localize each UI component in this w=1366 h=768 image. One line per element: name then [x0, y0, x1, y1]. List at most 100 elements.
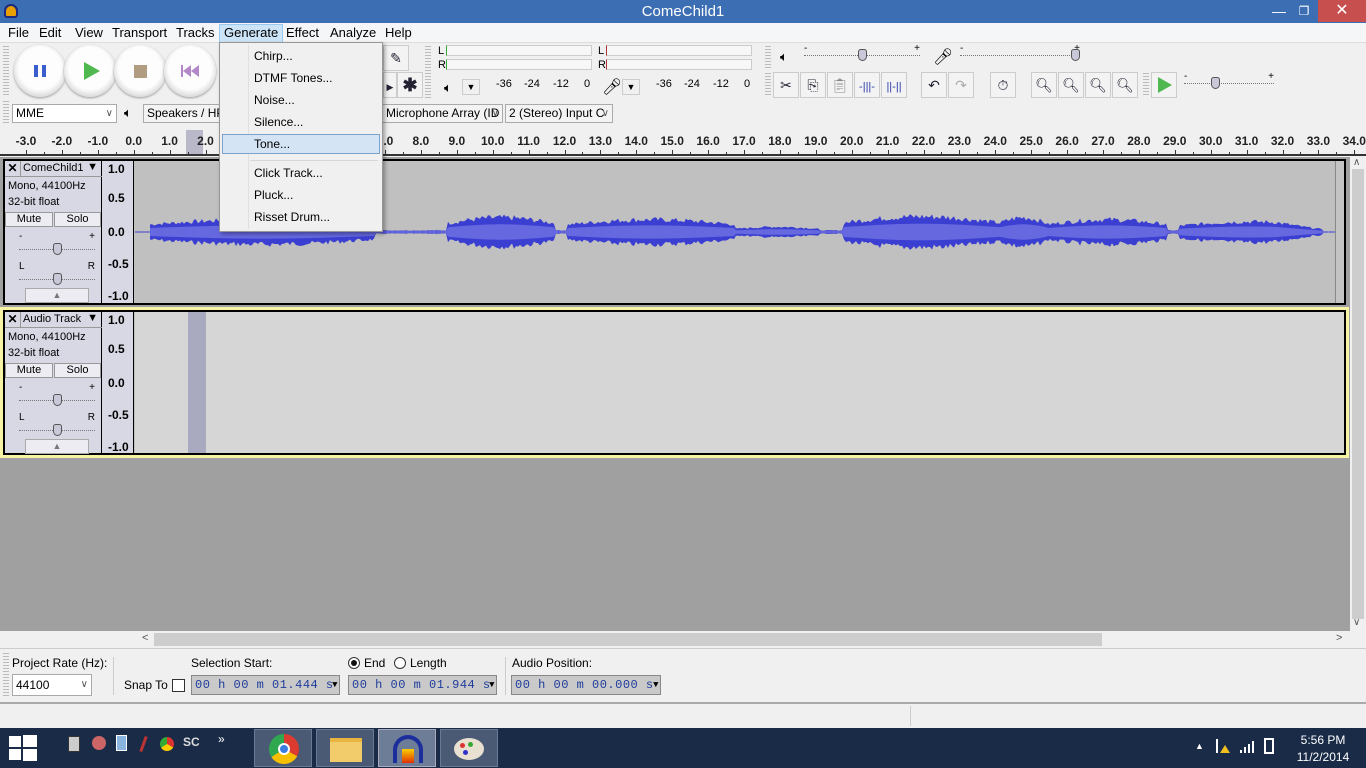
pan-slider[interactable]: L R: [19, 412, 95, 436]
clock-date[interactable]: 11/2/2014: [1296, 750, 1350, 764]
meter-grip[interactable]: [425, 46, 431, 98]
menu-item-noise[interactable]: Noise...: [222, 90, 380, 110]
collapse-track-button[interactable]: ▲: [25, 439, 89, 454]
playback-meter-right[interactable]: [446, 59, 592, 70]
edit-grip[interactable]: [765, 73, 771, 97]
track-name-menu[interactable]: ComeChild1: [23, 162, 84, 174]
tracks-area[interactable]: ✕ ComeChild1 ▼ Mono, 44100Hz 32-bit floa…: [0, 157, 1350, 631]
menu-item-click-track[interactable]: Click Track...: [222, 163, 380, 183]
audio-track-comechild1[interactable]: ✕ ComeChild1 ▼ Mono, 44100Hz 32-bit floa…: [3, 159, 1346, 305]
copy-button[interactable]: ⎘: [800, 72, 826, 98]
menu-view[interactable]: View: [71, 24, 107, 43]
scroll-up-icon[interactable]: ∧: [1353, 157, 1360, 168]
selection-region[interactable]: [188, 312, 206, 453]
slider-thumb[interactable]: [53, 273, 62, 285]
solo-button[interactable]: Solo: [54, 363, 101, 378]
playback-meter-menu[interactable]: ▼: [462, 79, 480, 95]
slider-thumb[interactable]: [53, 424, 62, 436]
slider-thumb[interactable]: [857, 49, 867, 61]
gain-slider[interactable]: - +: [19, 382, 95, 406]
taskbar-app-chrome[interactable]: [254, 729, 312, 767]
audio-position-field[interactable]: 00 h 00 m 00.000 s ▼: [511, 675, 661, 695]
close-track-button[interactable]: ✕: [5, 312, 21, 328]
redo-button[interactable]: ↷: [948, 72, 974, 98]
taskbar-app-paint[interactable]: [440, 729, 498, 767]
vertical-scrollbar[interactable]: ∧ ∨: [1350, 157, 1366, 631]
zoom-out-button[interactable]: 🔍︎: [1058, 72, 1084, 98]
taskbar-app-audacity[interactable]: [378, 729, 436, 767]
menu-edit[interactable]: Edit: [35, 24, 65, 43]
clock-time[interactable]: 5:56 PM: [1298, 733, 1348, 747]
track-menu-dropdown-icon[interactable]: ▼: [87, 312, 98, 324]
menu-transport[interactable]: Transport: [108, 24, 171, 43]
dropdown-icon[interactable]: ▼: [489, 676, 495, 694]
silence-button[interactable]: ||-||: [881, 72, 907, 98]
menu-item-dtmf-tones[interactable]: DTMF Tones...: [222, 68, 380, 88]
length-radio[interactable]: [394, 657, 406, 669]
sync-lock-button[interactable]: ⏱: [990, 72, 1016, 98]
skip-to-start-button[interactable]: [164, 45, 216, 97]
record-meter-right[interactable]: [606, 59, 752, 70]
overflow-chevron-icon[interactable]: »: [218, 732, 225, 746]
transport-grip[interactable]: [3, 46, 9, 96]
selection-start-field[interactable]: 00 h 00 m 01.444 s ▼: [191, 675, 340, 695]
play-speed-slider[interactable]: - +: [1184, 71, 1274, 89]
record-volume-slider[interactable]: - +: [960, 43, 1080, 61]
cut-button[interactable]: ✂: [773, 72, 799, 98]
vertical-scroll-thumb[interactable]: [1352, 169, 1364, 619]
menu-item-chirp[interactable]: Chirp...: [222, 46, 380, 66]
zoom-in-button[interactable]: 🔍︎: [1031, 72, 1057, 98]
undo-button[interactable]: ↶: [921, 72, 947, 98]
slider-thumb[interactable]: [1210, 77, 1220, 89]
scroll-right-icon[interactable]: >: [1336, 632, 1342, 644]
close-button[interactable]: ✕: [1318, 0, 1366, 22]
menu-item-pluck[interactable]: Pluck...: [222, 185, 380, 205]
restore-button[interactable]: ❐: [1289, 0, 1319, 22]
solo-button[interactable]: Solo: [54, 212, 101, 227]
paste-button[interactable]: 📋︎: [827, 72, 853, 98]
audio-host-select[interactable]: MME ∨: [12, 104, 117, 123]
stop-button[interactable]: [114, 45, 166, 97]
timeline-ruler[interactable]: -3.0-2.0-1.00.01.02.03.04.05.06.07.08.09…: [0, 130, 1366, 156]
end-radio[interactable]: [348, 657, 360, 669]
menu-generate[interactable]: Generate: [219, 24, 284, 43]
sc-icon[interactable]: SC: [183, 735, 200, 749]
start-button[interactable]: [9, 735, 37, 761]
slider-thumb[interactable]: [53, 394, 62, 406]
calculator-icon[interactable]: [116, 735, 127, 751]
slider-thumb[interactable]: [53, 243, 62, 255]
input-device-select[interactable]: Microphone Array (ID ∨: [383, 104, 503, 123]
collapse-track-button[interactable]: ▲: [25, 288, 89, 303]
action-center-flag-icon[interactable]: [1216, 739, 1230, 753]
project-rate-select[interactable]: 44100 ∨: [12, 674, 92, 696]
mute-button[interactable]: Mute: [5, 363, 53, 378]
menu-item-risset-drum[interactable]: Risset Drum...: [222, 207, 380, 227]
dropdown-icon[interactable]: ▼: [332, 676, 338, 694]
scroll-down-icon[interactable]: ∨: [1353, 617, 1360, 628]
timeshift-tool-button[interactable]: ▶: [383, 72, 397, 98]
device-grip[interactable]: [3, 101, 9, 123]
menu-item-tone[interactable]: Tone...: [222, 134, 380, 154]
record-meter-left[interactable]: [606, 45, 752, 56]
multi-tool-button[interactable]: ✱: [397, 72, 423, 98]
menu-file[interactable]: File: [4, 24, 33, 43]
memory-icon[interactable]: [68, 736, 80, 752]
gain-slider[interactable]: - +: [19, 231, 95, 255]
show-hidden-icons[interactable]: ▲: [1195, 741, 1204, 751]
record-meter-menu[interactable]: ▼: [622, 79, 640, 95]
menu-item-silence[interactable]: Silence...: [222, 112, 380, 132]
snipping-tool-icon[interactable]: [92, 736, 106, 750]
mixer-grip[interactable]: [765, 46, 771, 68]
pause-button[interactable]: [14, 45, 66, 97]
play-at-speed-grip[interactable]: [1143, 73, 1149, 97]
menu-help[interactable]: Help: [381, 24, 416, 43]
mute-button[interactable]: Mute: [5, 212, 53, 227]
play-at-speed-button[interactable]: [1151, 72, 1177, 98]
taskbar-app-file-explorer[interactable]: [316, 729, 374, 767]
track-name-menu[interactable]: Audio Track: [23, 313, 81, 325]
output-device-select[interactable]: Speakers / HP: [143, 104, 223, 123]
horizontal-scroll-thumb[interactable]: [154, 633, 1102, 646]
network-signal-icon[interactable]: [1240, 740, 1254, 757]
playback-meter-left[interactable]: [446, 45, 592, 56]
play-button[interactable]: [64, 45, 116, 97]
